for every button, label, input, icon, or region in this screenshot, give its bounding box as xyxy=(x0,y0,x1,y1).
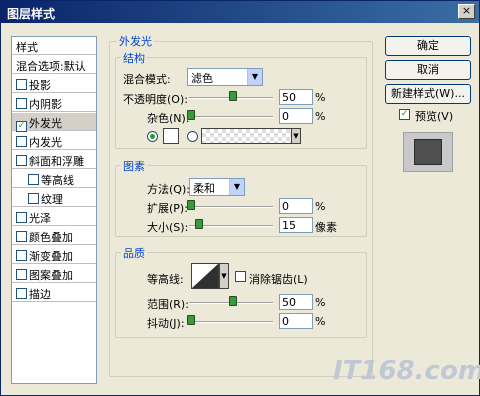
method-label: 方法(Q): xyxy=(147,183,190,196)
list-item-blending-options[interactable]: 混合选项:默认 xyxy=(12,56,96,74)
outer-glow-checkbox[interactable]: ✓ xyxy=(16,121,27,132)
opacity-unit: % xyxy=(315,91,326,104)
opacity-slider-thumb[interactable] xyxy=(229,91,237,101)
size-input[interactable]: 15 xyxy=(279,217,313,233)
list-item-satin[interactable]: 光泽 xyxy=(12,208,96,226)
glow-gradient-picker[interactable] xyxy=(201,128,301,144)
window-title: 图层样式 xyxy=(7,7,56,21)
satin-checkbox[interactable] xyxy=(16,212,27,223)
anti-alias-checkbox[interactable] xyxy=(235,271,246,282)
gradient-overlay-checkbox[interactable] xyxy=(16,250,27,261)
list-item-styles[interactable]: 样式 xyxy=(12,37,96,55)
jitter-input[interactable]: 0 xyxy=(279,313,313,329)
drop-shadow-checkbox[interactable] xyxy=(16,79,27,90)
range-unit: % xyxy=(315,296,326,309)
method-select[interactable]: 柔和 ▼ xyxy=(189,178,245,196)
list-item-contour[interactable]: 等高线 xyxy=(12,170,96,188)
list-item-drop-shadow[interactable]: 投影 xyxy=(12,75,96,93)
list-item-outer-glow[interactable]: ✓ 外发光 xyxy=(12,113,96,132)
spread-label: 扩展(P): xyxy=(147,202,188,215)
preview-checkbox[interactable]: ✓ xyxy=(399,109,410,120)
contour-dropdown-arrow-icon[interactable]: ▼ xyxy=(219,263,229,289)
size-label: 大小(S): xyxy=(147,221,189,234)
watermark-logo: IT168.com xyxy=(333,356,480,386)
glow-color-swatch[interactable] xyxy=(163,128,179,144)
list-item-color-overlay[interactable]: 颜色叠加 xyxy=(12,227,96,245)
solid-color-radio[interactable] xyxy=(147,131,158,142)
list-item-stroke[interactable]: 描边 xyxy=(12,284,96,302)
noise-input[interactable]: 0 xyxy=(279,108,313,124)
spread-unit: % xyxy=(315,200,326,213)
anti-alias-label: 消除锯齿(L) xyxy=(249,273,308,286)
preview-square xyxy=(414,139,442,165)
title-bar: 图层样式 xyxy=(1,1,479,23)
jitter-label: 抖动(J): xyxy=(147,317,185,330)
layer-style-dialog: 图层样式 × 样式 混合选项:默认 投影 内阴影 ✓ 外发光 内发光 斜面和浮雕 … xyxy=(0,0,480,396)
size-unit: 像素 xyxy=(315,221,337,234)
noise-label: 杂色(N): xyxy=(147,112,190,125)
chevron-down-icon: ▼ xyxy=(247,69,262,85)
contour-label: 等高线: xyxy=(147,273,184,286)
inner-shadow-checkbox[interactable] xyxy=(16,98,27,109)
gradient-dropdown-arrow-icon[interactable]: ▼ xyxy=(291,128,301,144)
size-slider-thumb[interactable] xyxy=(195,219,203,229)
range-slider-thumb[interactable] xyxy=(229,296,237,306)
range-label: 范围(R): xyxy=(147,298,189,311)
contour-checkbox[interactable] xyxy=(28,174,39,185)
inner-glow-checkbox[interactable] xyxy=(16,136,27,147)
contour-curve-icon xyxy=(192,264,218,288)
cancel-button[interactable]: 取消 xyxy=(385,60,471,80)
list-item-texture[interactable]: 纹理 xyxy=(12,189,96,207)
close-button[interactable]: × xyxy=(458,4,475,19)
preview-thumbnail xyxy=(403,132,453,172)
spread-slider-thumb[interactable] xyxy=(187,200,195,210)
blend-mode-label: 混合模式: xyxy=(123,73,171,86)
list-item-pattern-overlay[interactable]: 图案叠加 xyxy=(12,265,96,283)
noise-slider-track[interactable] xyxy=(189,116,273,118)
list-item-inner-glow[interactable]: 内发光 xyxy=(12,132,96,150)
ok-button[interactable]: 确定 xyxy=(385,36,471,56)
new-style-button[interactable]: 新建样式(W)... xyxy=(385,84,471,104)
chevron-down-icon: ▼ xyxy=(229,179,244,195)
jitter-unit: % xyxy=(315,315,326,328)
pattern-overlay-checkbox[interactable] xyxy=(16,269,27,280)
structure-title: 结构 xyxy=(121,50,147,66)
list-item-inner-shadow[interactable]: 内阴影 xyxy=(12,94,96,112)
elements-title: 图素 xyxy=(121,158,147,174)
preview-label: 预览(V) xyxy=(415,110,454,123)
style-list: 样式 混合选项:默认 投影 内阴影 ✓ 外发光 内发光 斜面和浮雕 等高线 纹理 … xyxy=(11,36,97,384)
blend-mode-select[interactable]: 滤色 ▼ xyxy=(187,68,263,86)
list-item-gradient-overlay[interactable]: 渐变叠加 xyxy=(12,246,96,264)
jitter-slider-track[interactable] xyxy=(189,321,273,323)
stroke-checkbox[interactable] xyxy=(16,288,27,299)
opacity-label: 不透明度(O): xyxy=(123,93,188,106)
outer-glow-title: 外发光 xyxy=(117,33,154,49)
spread-slider-track[interactable] xyxy=(189,206,273,208)
contour-picker[interactable] xyxy=(191,263,219,289)
range-input[interactable]: 50 xyxy=(279,294,313,310)
gradient-radio[interactable] xyxy=(187,131,198,142)
bevel-emboss-checkbox[interactable] xyxy=(16,155,27,166)
jitter-slider-thumb[interactable] xyxy=(187,315,195,325)
texture-checkbox[interactable] xyxy=(28,193,39,204)
noise-unit: % xyxy=(315,110,326,123)
list-item-bevel-emboss[interactable]: 斜面和浮雕 xyxy=(12,151,96,169)
opacity-input[interactable]: 50 xyxy=(279,89,313,105)
quality-title: 品质 xyxy=(121,245,147,261)
noise-slider-thumb[interactable] xyxy=(187,110,195,120)
color-overlay-checkbox[interactable] xyxy=(16,231,27,242)
spread-input[interactable]: 0 xyxy=(279,198,313,214)
